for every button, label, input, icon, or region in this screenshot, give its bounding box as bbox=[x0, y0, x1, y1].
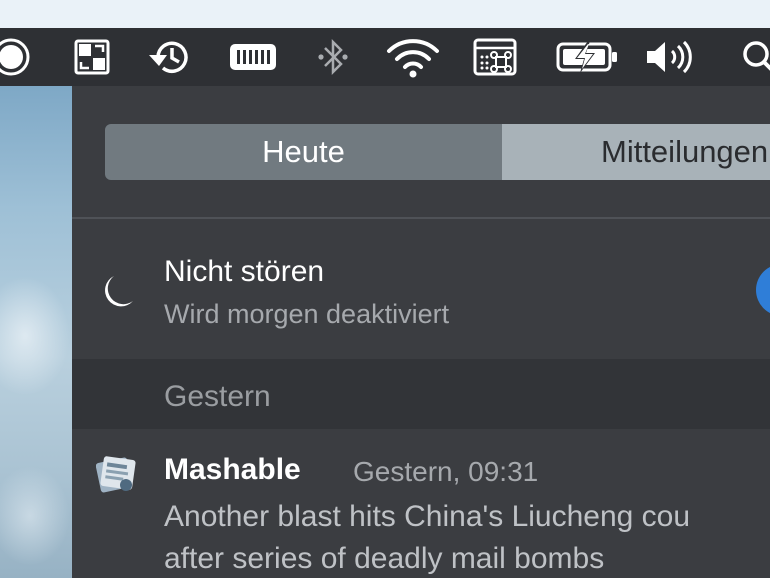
tab-today[interactable]: Heute bbox=[105, 124, 502, 180]
wifi-icon[interactable] bbox=[382, 28, 444, 86]
bluetooth-icon[interactable] bbox=[311, 28, 355, 86]
notification-body-line: after series of deadly mail bombs bbox=[164, 542, 605, 575]
notification-center-panel: Heute Mitteilungen Nicht stören Wird mor… bbox=[72, 86, 770, 578]
cast-icon[interactable] bbox=[68, 28, 116, 86]
section-header-yesterday: Gestern bbox=[72, 359, 770, 429]
do-not-disturb-row: Nicht stören Wird morgen deaktiviert bbox=[72, 219, 770, 359]
volume-icon[interactable] bbox=[641, 28, 697, 86]
keyboard-shortcut-icon[interactable] bbox=[470, 28, 520, 86]
time-machine-icon[interactable] bbox=[143, 28, 197, 86]
do-not-disturb-toggle[interactable] bbox=[756, 264, 770, 316]
mashable-app-icon bbox=[95, 454, 138, 501]
tab-notifications[interactable]: Mitteilungen bbox=[502, 124, 770, 180]
section-title: Gestern bbox=[164, 380, 271, 413]
spotlight-search-icon[interactable] bbox=[738, 28, 770, 86]
notification-body: Another blast hits China's Liucheng cou … bbox=[164, 496, 770, 578]
battery-charging-icon[interactable] bbox=[553, 28, 623, 86]
top-edge bbox=[0, 0, 770, 28]
desktop-wallpaper bbox=[0, 86, 72, 578]
notification-body-line: Another blast hits China's Liucheng cou bbox=[164, 500, 691, 533]
memory-monitor-icon[interactable] bbox=[226, 28, 280, 86]
menu-bar bbox=[0, 28, 770, 86]
do-not-disturb-title: Nicht stören bbox=[164, 255, 325, 288]
notification-item[interactable]: Mashable Gestern, 09:31 Another blast hi… bbox=[72, 429, 770, 578]
view-tabs: Heute Mitteilungen bbox=[105, 124, 770, 180]
notification-app-name: Mashable bbox=[164, 453, 301, 486]
do-not-disturb-subtitle: Wird morgen deaktiviert bbox=[164, 299, 450, 329]
sync-status-icon[interactable] bbox=[0, 28, 36, 86]
moon-icon bbox=[94, 271, 138, 320]
notification-time: Gestern, 09:31 bbox=[353, 456, 539, 487]
